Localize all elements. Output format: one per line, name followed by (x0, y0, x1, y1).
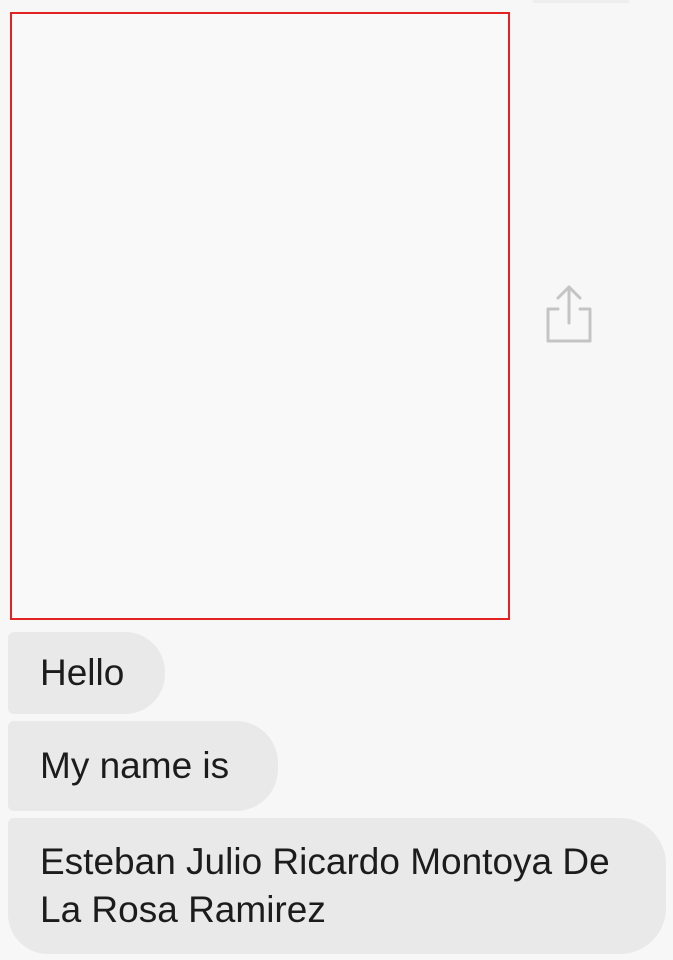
message-bubble[interactable]: Esteban Julio Ricardo Montoya De La Rosa… (8, 818, 666, 954)
share-icon (542, 283, 596, 343)
message-text: My name is (40, 745, 230, 786)
top-edge-divider (533, 0, 629, 3)
message-text: Esteban Julio Ricardo Montoya De La Rosa… (40, 841, 610, 930)
message-bubble[interactable]: Hello (8, 632, 165, 714)
message-bubble[interactable]: My name is (8, 721, 278, 811)
message-text: Hello (40, 652, 125, 693)
share-button[interactable] (536, 280, 602, 346)
shared-media-placeholder[interactable] (10, 12, 510, 620)
